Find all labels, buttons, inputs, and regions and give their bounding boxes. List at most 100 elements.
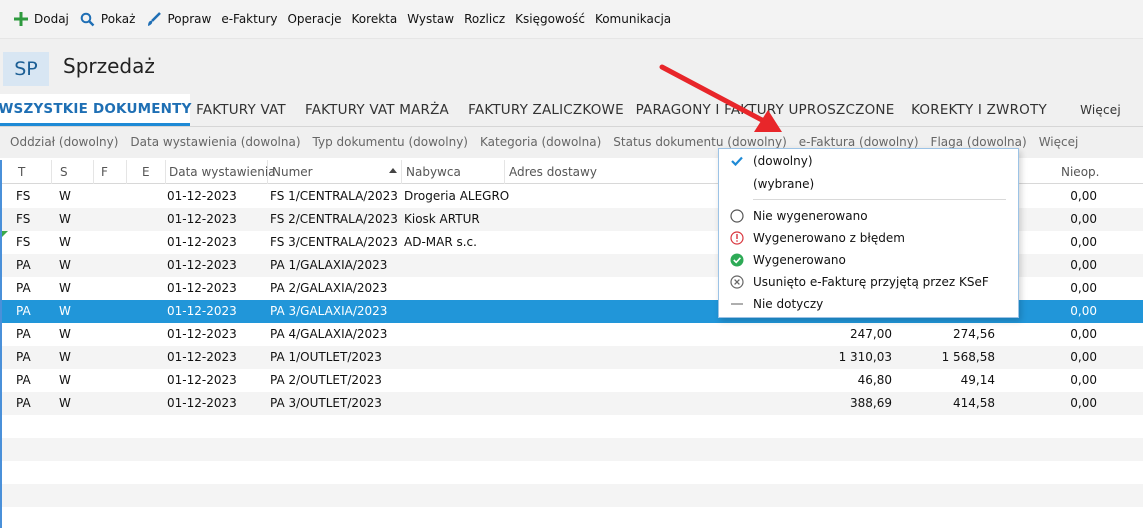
settle-menu[interactable]: Rozlicz xyxy=(460,6,511,32)
col-header-delivery-address[interactable]: Adres dostawy xyxy=(505,160,720,184)
blank-icon xyxy=(729,176,745,192)
cell-number: PA 1/OUTLET/2023 xyxy=(270,350,382,364)
cell-unpaid: 0,00 xyxy=(1070,281,1097,295)
cell-number: PA 4/GALAXIA/2023 xyxy=(270,327,388,341)
dropdown-item-generated-error-label: Wygenerowano z błędem xyxy=(753,231,905,245)
cell-buyer: Drogeria ALEGRO xyxy=(404,189,510,203)
add-button[interactable]: Dodaj xyxy=(8,6,75,32)
dropdown-item-selected[interactable]: (wybrane) xyxy=(719,173,1018,195)
success-circle-icon xyxy=(729,252,745,268)
cell-type: PA xyxy=(16,350,31,364)
cell-number: PA 1/GALAXIA/2023 xyxy=(270,258,388,272)
module-header: SP Sprzedaż WSZYSTKIE DOKUMENTY FAKTURY … xyxy=(0,38,1143,158)
filter-flag[interactable]: Flaga (dowolna) xyxy=(931,135,1027,149)
empty-circle-icon xyxy=(729,208,745,224)
cell-gross-amount: 1 568,58 xyxy=(941,350,995,364)
col-header-number-label: Numer xyxy=(272,165,313,179)
issue-menu[interactable]: Wystaw xyxy=(403,6,460,32)
cell-type: PA xyxy=(16,396,31,410)
accounting-menu[interactable]: Księgowość xyxy=(511,6,591,32)
col-header-t[interactable]: T xyxy=(14,160,52,184)
cell-number: PA 3/OUTLET/2023 xyxy=(270,396,382,410)
dropdown-item-generated[interactable]: Wygenerowano xyxy=(719,249,1018,271)
show-button-label: Pokaż xyxy=(100,12,136,26)
tab-receipts-simplified[interactable]: PARAGONY I FAKTURY UPROSZCZONE xyxy=(630,94,900,126)
dropdown-item-removed-ksef-label: Usunięto e-Fakturę przyjętą przez KSeF xyxy=(753,275,989,289)
plus-icon xyxy=(12,10,30,28)
e-invoices-menu[interactable]: e-Faktury xyxy=(217,6,283,32)
filter-branch[interactable]: Oddział (dowolny) xyxy=(10,135,118,149)
dropdown-item-not-generated-label: Nie wygenerowano xyxy=(753,209,868,223)
dropdown-item-generated-error[interactable]: Wygenerowano z błędem xyxy=(719,227,1018,249)
cell-status: W xyxy=(59,373,71,387)
error-circle-icon xyxy=(729,230,745,246)
col-header-unpaid[interactable]: Nieop. xyxy=(1057,160,1143,184)
cell-gross-amount: 414,58 xyxy=(953,396,995,410)
operations-menu[interactable]: Operacje xyxy=(283,6,347,32)
tab-vat-margin-invoices[interactable]: FAKTURY VAT MARŻA xyxy=(292,94,462,126)
table-row[interactable]: PA W 01-12-2023 PA 4/GALAXIA/2023 247,00 274,… xyxy=(2,323,1143,346)
tab-corrections-returns-label: KOREKTY I ZWROTY xyxy=(911,102,1047,118)
dropdown-item-not-applicable[interactable]: Nie dotyczy xyxy=(719,293,1018,315)
edit-button-label: Popraw xyxy=(167,12,212,26)
edit-button[interactable]: Popraw xyxy=(141,6,217,32)
add-button-label: Dodaj xyxy=(34,12,69,26)
tab-more[interactable]: Więcej xyxy=(1058,94,1143,126)
table-row[interactable]: PA W 01-12-2023 PA 2/OUTLET/2023 46,80 49,14 0… xyxy=(2,369,1143,392)
cell-unpaid: 0,00 xyxy=(1070,396,1097,410)
communication-menu[interactable]: Komunikacja xyxy=(591,6,677,32)
cell-status: W xyxy=(59,212,71,226)
cell-buyer: AD-MAR s.c. xyxy=(404,235,477,249)
accounting-menu-label: Księgowość xyxy=(515,12,585,26)
cell-status: W xyxy=(59,396,71,410)
cell-unpaid: 0,00 xyxy=(1070,373,1097,387)
cell-net-amount: 1 310,03 xyxy=(838,350,892,364)
tab-all-documents[interactable]: WSZYSTKIE DOKUMENTY xyxy=(0,94,191,126)
cell-type: FS xyxy=(16,189,31,203)
cell-status: W xyxy=(59,258,71,272)
dropdown-item-removed-ksef[interactable]: Usunięto e-Fakturę przyjętą przez KSeF xyxy=(719,271,1018,293)
cell-status: W xyxy=(59,281,71,295)
cell-status: W xyxy=(59,189,71,203)
show-button[interactable]: Pokaż xyxy=(75,6,142,32)
settle-menu-label: Rozlicz xyxy=(464,12,506,26)
cell-buyer: Kiosk ARTUR xyxy=(404,212,480,226)
brush-icon xyxy=(145,10,163,28)
cell-type: FS xyxy=(16,212,31,226)
col-header-e[interactable]: E xyxy=(138,160,166,184)
filter-category[interactable]: Kategoria (dowolna) xyxy=(480,135,601,149)
col-header-buyer[interactable]: Nabywca xyxy=(402,160,505,184)
tab-advance-invoices[interactable]: FAKTURY ZALICZKOWE xyxy=(462,94,630,126)
dropdown-item-not-generated[interactable]: Nie wygenerowano xyxy=(719,205,1018,227)
col-header-number[interactable]: Numer xyxy=(268,160,402,184)
empty-row xyxy=(2,484,1143,507)
table-row[interactable]: PA W 01-12-2023 PA 3/OUTLET/2023 388,69 414,5… xyxy=(2,392,1143,415)
filter-e-invoice[interactable]: e-Faktura (dowolny) xyxy=(799,135,919,149)
cell-issue-date: 01-12-2023 xyxy=(167,212,237,226)
col-header-s[interactable]: S xyxy=(56,160,94,184)
tab-vat-invoices[interactable]: FAKTURY VAT xyxy=(190,94,292,126)
cell-issue-date: 01-12-2023 xyxy=(167,258,237,272)
table-row[interactable]: PA W 01-12-2023 PA 1/OUTLET/2023 1 310,03 1 5… xyxy=(2,346,1143,369)
empty-row xyxy=(2,507,1143,528)
dropdown-item-not-applicable-label: Nie dotyczy xyxy=(753,297,824,311)
col-header-issue-date[interactable]: Data wystawienia xyxy=(165,160,276,184)
filter-issue-date[interactable]: Data wystawienia (dowolna) xyxy=(130,135,300,149)
col-header-f[interactable]: F xyxy=(97,160,127,184)
correction-menu[interactable]: Korekta xyxy=(348,6,404,32)
cell-number: FS 2/CENTRALA/2023 xyxy=(270,212,398,226)
filter-document-status[interactable]: Status dokumentu (dowolny) xyxy=(613,135,787,149)
module-badge: SP xyxy=(3,52,49,86)
filter-more[interactable]: Więcej xyxy=(1039,135,1079,149)
cell-type: PA xyxy=(16,304,31,318)
communication-menu-label: Komunikacja xyxy=(594,12,672,26)
e-invoice-filter-dropdown: (dowolny) (wybrane) Nie wygenerowano Wyg… xyxy=(718,148,1019,318)
tab-vat-invoices-label: FAKTURY VAT xyxy=(196,102,286,118)
dropdown-item-any[interactable]: (dowolny) xyxy=(719,150,1018,172)
tab-corrections-returns[interactable]: KOREKTY I ZWROTY xyxy=(900,94,1058,126)
search-icon xyxy=(79,10,97,28)
filter-document-type[interactable]: Typ dokumentu (dowolny) xyxy=(313,135,468,149)
cell-unpaid: 0,00 xyxy=(1070,189,1097,203)
cell-type: PA xyxy=(16,258,31,272)
cell-issue-date: 01-12-2023 xyxy=(167,304,237,318)
